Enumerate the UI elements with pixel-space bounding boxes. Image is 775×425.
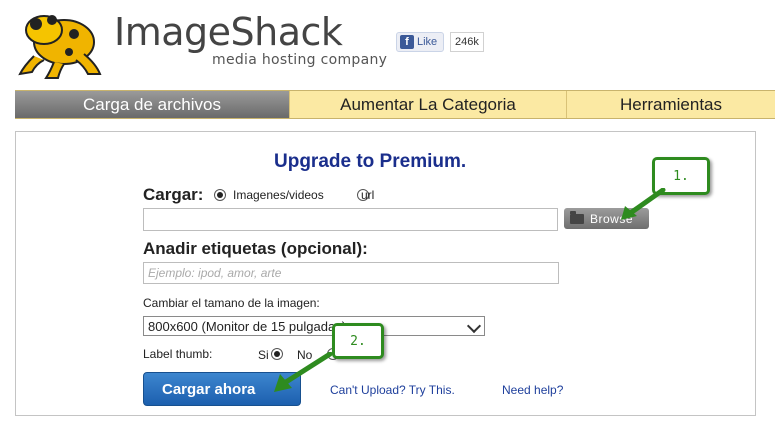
facebook-like-label: Like — [417, 36, 438, 48]
tags-label: Anadir etiquetas (opcional): — [143, 239, 368, 258]
tab-carga-de-archivos[interactable]: Carga de archivos — [15, 91, 289, 118]
need-help-link[interactable]: Need help? — [502, 383, 563, 397]
radio-images-videos[interactable] — [214, 189, 226, 201]
resize-selected-value: 800x600 (Monitor de 15 pulgadas) — [148, 318, 347, 334]
tags-input[interactable]: Ejemplo: ipod, amor, arte — [143, 262, 559, 284]
radio-images-videos-label: Imagenes/videos — [233, 188, 324, 202]
arrow-2-icon — [274, 352, 333, 392]
callout-1-label: 1. — [673, 168, 689, 184]
tab-aumentar-la-categoria[interactable]: Aumentar La Categoria — [289, 91, 566, 118]
callout-2-label: 2. — [350, 333, 366, 349]
upload-label: Cargar: — [143, 185, 204, 204]
radio-url-label: url — [361, 188, 375, 202]
upload-now-label: Cargar ahora — [162, 380, 256, 398]
facebook-like-count: 246k — [450, 32, 484, 52]
cant-upload-link[interactable]: Can't Upload? Try This. — [330, 383, 455, 397]
file-path-input[interactable] — [143, 208, 558, 231]
chevron-down-icon — [466, 318, 482, 334]
facebook-icon: f — [400, 35, 414, 49]
facebook-like-button[interactable]: f Like — [396, 32, 445, 52]
frog-logo-icon — [18, 15, 102, 79]
upgrade-premium-title[interactable]: Upgrade to Premium. — [274, 151, 466, 173]
tab-herramientas[interactable]: Herramientas — [566, 91, 775, 118]
annotation-callout-2: 2. — [332, 323, 384, 359]
resize-label: Cambiar el tamano de la imagen: — [143, 296, 320, 310]
resize-select[interactable]: 800x600 (Monitor de 15 pulgadas) — [143, 316, 485, 336]
folder-icon — [570, 210, 584, 224]
arrow-1-icon — [621, 188, 666, 220]
brand-tagline: media hosting company — [212, 52, 388, 68]
thumb-label: Label thumb: — [143, 347, 213, 361]
main-nav: Carga de archivos Aumentar La Categoria … — [15, 90, 775, 119]
brand-name: ImageShack — [114, 10, 343, 54]
